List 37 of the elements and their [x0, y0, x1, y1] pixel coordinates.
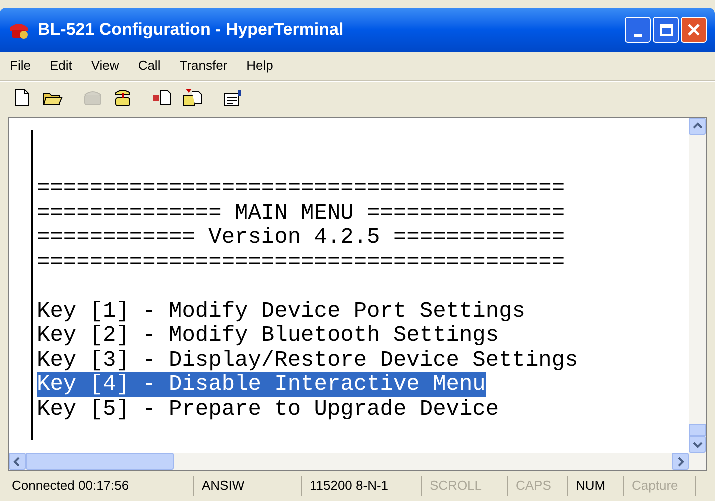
menu-item[interactable]: Help	[246, 56, 274, 76]
close-button[interactable]	[681, 17, 707, 43]
send-file-icon[interactable]	[152, 88, 174, 108]
menu-item[interactable]: Transfer	[180, 56, 228, 76]
window-title: BL-521 Configuration - HyperTerminal	[38, 19, 345, 42]
status-field: 115200 8-N-1	[302, 476, 422, 496]
maximize-button[interactable]	[653, 17, 679, 43]
banner-line: ============ Version 4.2.5 =============	[37, 225, 566, 250]
scroll-thumb[interactable]	[26, 453, 174, 470]
vertical-scrollbar[interactable]	[689, 118, 706, 453]
menu-item[interactable]: Edit	[50, 56, 72, 76]
horizontal-scrollbar[interactable]	[9, 453, 706, 470]
close-icon	[687, 23, 701, 37]
scroll-right-button[interactable]	[672, 453, 689, 470]
properties-icon[interactable]	[222, 88, 244, 108]
status-field: Capture	[624, 476, 696, 496]
scroll-left-button[interactable]	[9, 453, 26, 470]
banner-line: ============== MAIN MENU ===============	[37, 200, 566, 226]
receive-file-icon[interactable]	[182, 88, 204, 108]
banner-line: ========================================	[37, 250, 566, 274]
minimize-button[interactable]	[625, 17, 651, 43]
status-field: ANSIW	[194, 476, 302, 496]
scroll-down-button[interactable]	[689, 436, 706, 453]
status-field: Connected 00:17:56	[4, 476, 194, 496]
menu-option-line: Key [3] - Display/Restore Device Settings	[37, 348, 578, 372]
menu-option-line: Key [2] - Modify Bluetooth Settings	[37, 323, 500, 348]
banner-line: ========================================	[37, 176, 566, 201]
scroll-up-button[interactable]	[689, 118, 706, 135]
menu-item[interactable]: File	[10, 56, 31, 76]
status-field: CAPS	[508, 476, 568, 496]
menu-item[interactable]: Call	[138, 56, 161, 76]
menu-option-line: Key [1] - Modify Device Port Settings	[37, 298, 526, 324]
menu-option-line: Key [5] - Prepare to Upgrade Device	[37, 396, 500, 422]
menu-item[interactable]: View	[91, 56, 120, 76]
status-field: SCROLL	[422, 476, 508, 496]
status-field: NUM	[568, 476, 624, 496]
scroll-thumb[interactable]	[689, 424, 706, 436]
